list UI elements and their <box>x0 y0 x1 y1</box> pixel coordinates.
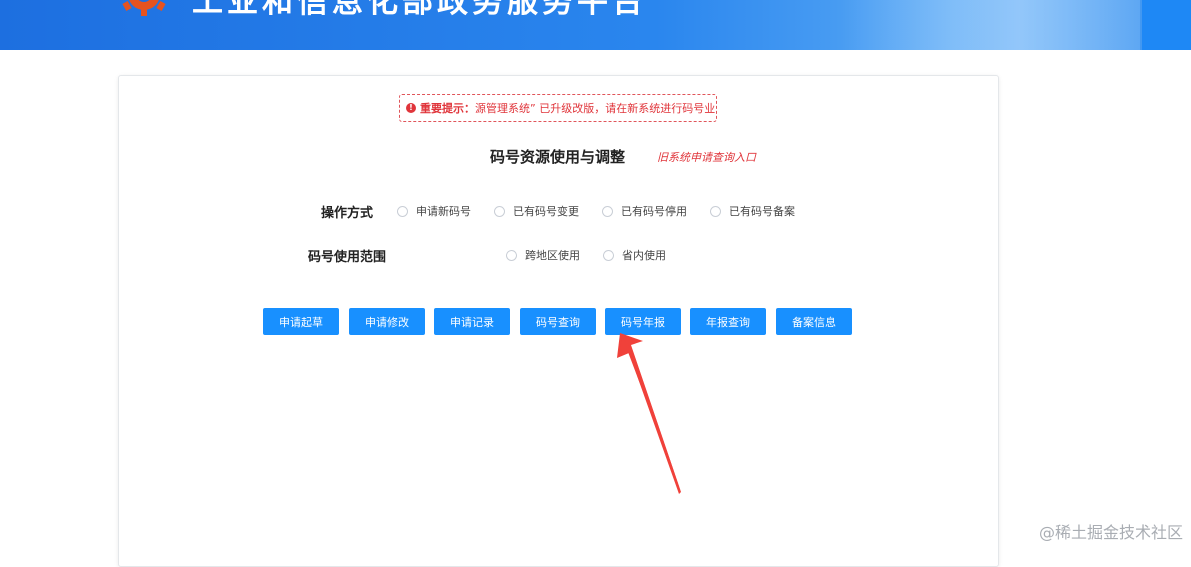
radio-circle[interactable] <box>602 205 613 217</box>
radio-circle[interactable] <box>506 249 517 261</box>
radio-file-existing-number[interactable]: 已有码号备案 <box>710 203 795 219</box>
number-annual-report-button[interactable]: 码号年报 <box>605 308 681 335</box>
main-card: ! 重要提示： 源管理系统” 已升级改版，请在新系统进行码号业 码号资源使用与调… <box>118 75 999 567</box>
radio-label: 申请新码号 <box>416 205 471 218</box>
notice-text: 源管理系统” 已升级改版，请在新系统进行码号业 <box>475 102 716 115</box>
modify-application-button[interactable]: 申请修改 <box>349 308 425 335</box>
radio-label: 已有码号变更 <box>513 205 579 218</box>
radio-label: 跨地区使用 <box>525 249 580 262</box>
gear-logo-icon <box>122 0 166 16</box>
draft-application-button[interactable]: 申请起草 <box>263 308 339 335</box>
radio-circle[interactable] <box>397 205 408 217</box>
application-records-button[interactable]: 申请记录 <box>434 308 510 335</box>
notice-label: 重要提示： <box>420 102 475 115</box>
filing-info-button[interactable]: 备案信息 <box>776 308 852 335</box>
title-row: 码号资源使用与调整 旧系统申请查询入口 <box>119 146 998 170</box>
radio-in-province-use[interactable]: 省内使用 <box>603 247 666 263</box>
radio-label: 已有码号停用 <box>621 205 687 218</box>
site-title: 工业和信息化部政务服务平台 <box>192 0 647 20</box>
number-query-button[interactable]: 码号查询 <box>520 308 596 335</box>
header-decoration-right <box>1142 0 1191 50</box>
radio-label: 省内使用 <box>622 249 666 262</box>
radio-circle[interactable] <box>710 205 721 217</box>
usage-scope-label: 码号使用范围 <box>308 250 387 265</box>
annual-report-query-button[interactable]: 年报查询 <box>690 308 766 335</box>
warning-circle-icon: ! <box>406 103 416 113</box>
important-notice-banner: ! 重要提示： 源管理系统” 已升级改版，请在新系统进行码号业 <box>399 94 717 122</box>
page-title: 码号资源使用与调整 <box>490 148 626 166</box>
header-decoration <box>840 0 1140 50</box>
radio-circle[interactable] <box>494 205 505 217</box>
watermark: @稀土掘金技术社区 <box>1038 523 1183 542</box>
top-header-bar: 工业和信息化部政务服务平台 <box>0 0 1191 50</box>
radio-change-existing-number[interactable]: 已有码号变更 <box>494 203 579 219</box>
radio-cross-region-use[interactable]: 跨地区使用 <box>506 247 580 263</box>
radio-label: 已有码号备案 <box>729 205 795 218</box>
operation-mode-label: 操作方式 <box>321 206 374 221</box>
radio-stop-existing-number[interactable]: 已有码号停用 <box>602 203 687 219</box>
radio-circle[interactable] <box>603 249 614 261</box>
radio-apply-new-number[interactable]: 申请新码号 <box>397 203 471 219</box>
old-system-entry-link[interactable]: 旧系统申请查询入口 <box>657 149 756 165</box>
